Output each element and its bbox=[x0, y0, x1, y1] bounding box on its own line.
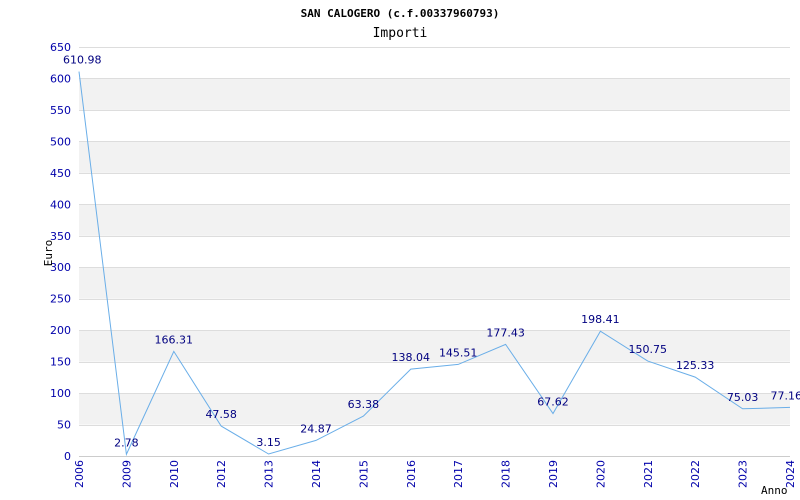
plot-band bbox=[79, 267, 790, 299]
data-label: 138.04 bbox=[392, 351, 431, 364]
x-tick-label: 2016 bbox=[405, 460, 418, 488]
data-label: 63.38 bbox=[348, 398, 380, 411]
y-tick-label: 0 bbox=[64, 450, 71, 463]
x-tick-label: 2022 bbox=[689, 460, 702, 488]
y-tick-label: 250 bbox=[50, 293, 71, 306]
x-tick-label: 2023 bbox=[737, 460, 750, 488]
data-label: 150.75 bbox=[629, 343, 668, 356]
x-tick-labels: 2006 2009 2010 2012 2013 2014 2015 2016 2017 2018… bbox=[73, 460, 797, 488]
y-tick-label: 600 bbox=[50, 72, 71, 85]
x-tick-label: 2020 bbox=[594, 460, 607, 488]
plot-band bbox=[79, 204, 790, 236]
chart-subtitle: Importi bbox=[373, 26, 428, 41]
y-tick-label: 400 bbox=[50, 198, 71, 211]
data-label: 177.43 bbox=[486, 326, 525, 339]
x-tick-label: 2015 bbox=[357, 460, 370, 488]
plot-band bbox=[79, 141, 790, 173]
x-tick-label: 2006 bbox=[73, 460, 86, 488]
x-tick-label: 2014 bbox=[310, 460, 323, 488]
x-tick-label: 2012 bbox=[215, 460, 228, 488]
y-tick-label: 150 bbox=[50, 356, 71, 369]
x-axis-label: Anno bbox=[761, 484, 788, 497]
chart-title: SAN CALOGERO (c.f.00337960793) bbox=[301, 7, 500, 20]
y-tick-label: 500 bbox=[50, 135, 71, 148]
x-tick-label: 2009 bbox=[120, 460, 133, 488]
x-tick-label: 2013 bbox=[263, 460, 276, 488]
y-tick-label: 50 bbox=[57, 419, 71, 432]
chart: SAN CALOGERO (c.f.00337960793) Importi 0… bbox=[42, 7, 800, 497]
data-label: 198.41 bbox=[581, 313, 620, 326]
plot-band bbox=[79, 393, 790, 425]
data-label: 2.78 bbox=[114, 436, 139, 449]
data-label: 166.31 bbox=[155, 333, 194, 346]
y-axis-label: Euro bbox=[42, 240, 55, 267]
x-tick-label: 2021 bbox=[642, 460, 655, 488]
data-label: 77.16 bbox=[771, 389, 800, 402]
x-tick-label: 2017 bbox=[452, 460, 465, 488]
data-label: 67.62 bbox=[537, 395, 569, 408]
x-tick-label: 2018 bbox=[500, 460, 513, 488]
data-label: 610.98 bbox=[63, 54, 102, 67]
data-labels: 610.98 2.78 166.31 47.58 3.15 24.87 63.38 138.0… bbox=[63, 54, 800, 450]
x-tick-label: 2019 bbox=[547, 460, 560, 488]
y-tick-label: 550 bbox=[50, 104, 71, 117]
data-label: 75.03 bbox=[727, 391, 759, 404]
x-tick-label: 2010 bbox=[168, 460, 181, 488]
data-label: 47.58 bbox=[205, 408, 237, 421]
data-label: 125.33 bbox=[676, 359, 715, 372]
data-label: 24.87 bbox=[300, 422, 332, 435]
data-label: 145.51 bbox=[439, 346, 478, 359]
y-tick-label: 650 bbox=[50, 41, 71, 54]
data-label: 3.15 bbox=[256, 436, 281, 449]
plot-band bbox=[79, 78, 790, 110]
y-tick-label: 200 bbox=[50, 324, 71, 337]
y-tick-label: 450 bbox=[50, 167, 71, 180]
y-tick-label: 100 bbox=[50, 387, 71, 400]
